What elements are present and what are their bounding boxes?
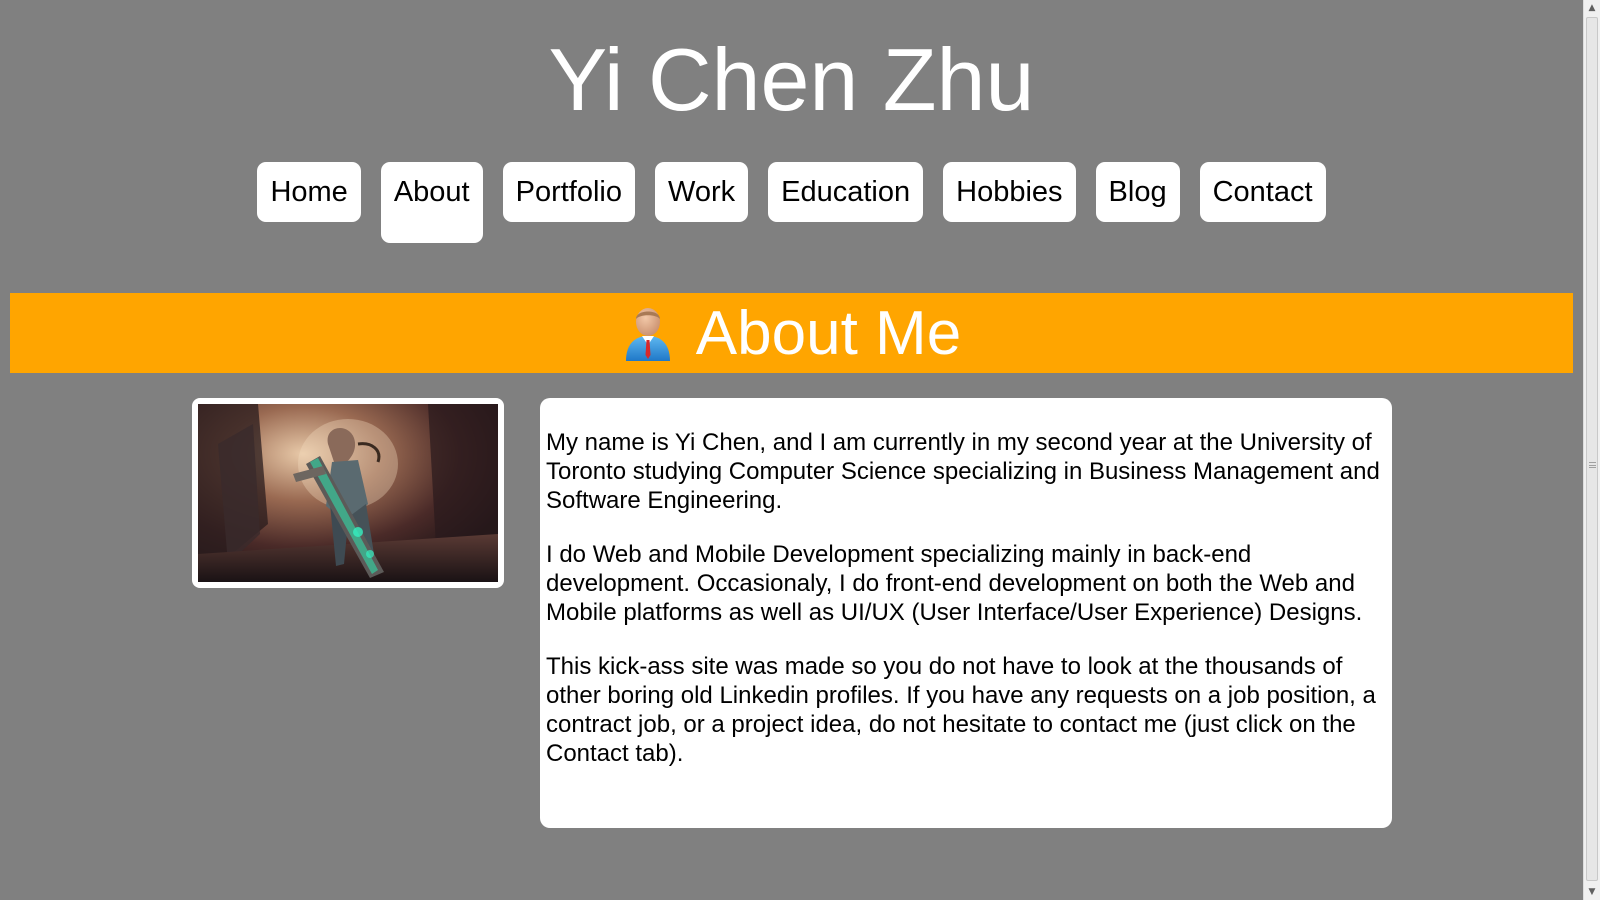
nav-tab-hobbies[interactable]: Hobbies: [943, 162, 1076, 222]
nav-tab-contact[interactable]: Contact: [1199, 162, 1326, 222]
nav-tab-education[interactable]: Education: [768, 162, 924, 222]
nav-tab-portfolio[interactable]: Portfolio: [502, 162, 635, 222]
nav-tab-about[interactable]: About: [380, 162, 483, 243]
scrollbar-grip-icon: [1589, 462, 1596, 468]
scroll-up-arrow-icon[interactable]: ▲: [1584, 0, 1600, 16]
nav-tab-work[interactable]: Work: [655, 162, 749, 222]
about-paragraph: I do Web and Mobile Development speciali…: [546, 541, 1363, 626]
section-banner: About Me: [10, 293, 1573, 373]
about-text-card: My name is Yi Chen, and I am currently i…: [540, 398, 1392, 828]
nav-tab-home[interactable]: Home: [257, 162, 361, 222]
scrollbar-thumb[interactable]: [1586, 17, 1598, 881]
about-paragraph: This kick-ass site was made so you do no…: [546, 653, 1376, 767]
main-nav: Home About Portfolio Work Education Hobb…: [0, 162, 1583, 243]
vertical-scrollbar[interactable]: ▲ ▼: [1583, 0, 1600, 900]
user-businessman-icon: [625, 308, 670, 361]
about-paragraph: My name is Yi Chen, and I am currently i…: [546, 429, 1380, 514]
nav-tab-blog[interactable]: Blog: [1095, 162, 1180, 222]
page: Yi Chen Zhu Home About Portfolio Work Ed…: [0, 0, 1583, 900]
site-title: Yi Chen Zhu: [548, 30, 1035, 129]
profile-photo-frame: [192, 398, 504, 588]
profile-photo: [198, 404, 498, 582]
section-title: About Me: [695, 299, 962, 368]
scroll-down-arrow-icon[interactable]: ▼: [1584, 884, 1600, 900]
